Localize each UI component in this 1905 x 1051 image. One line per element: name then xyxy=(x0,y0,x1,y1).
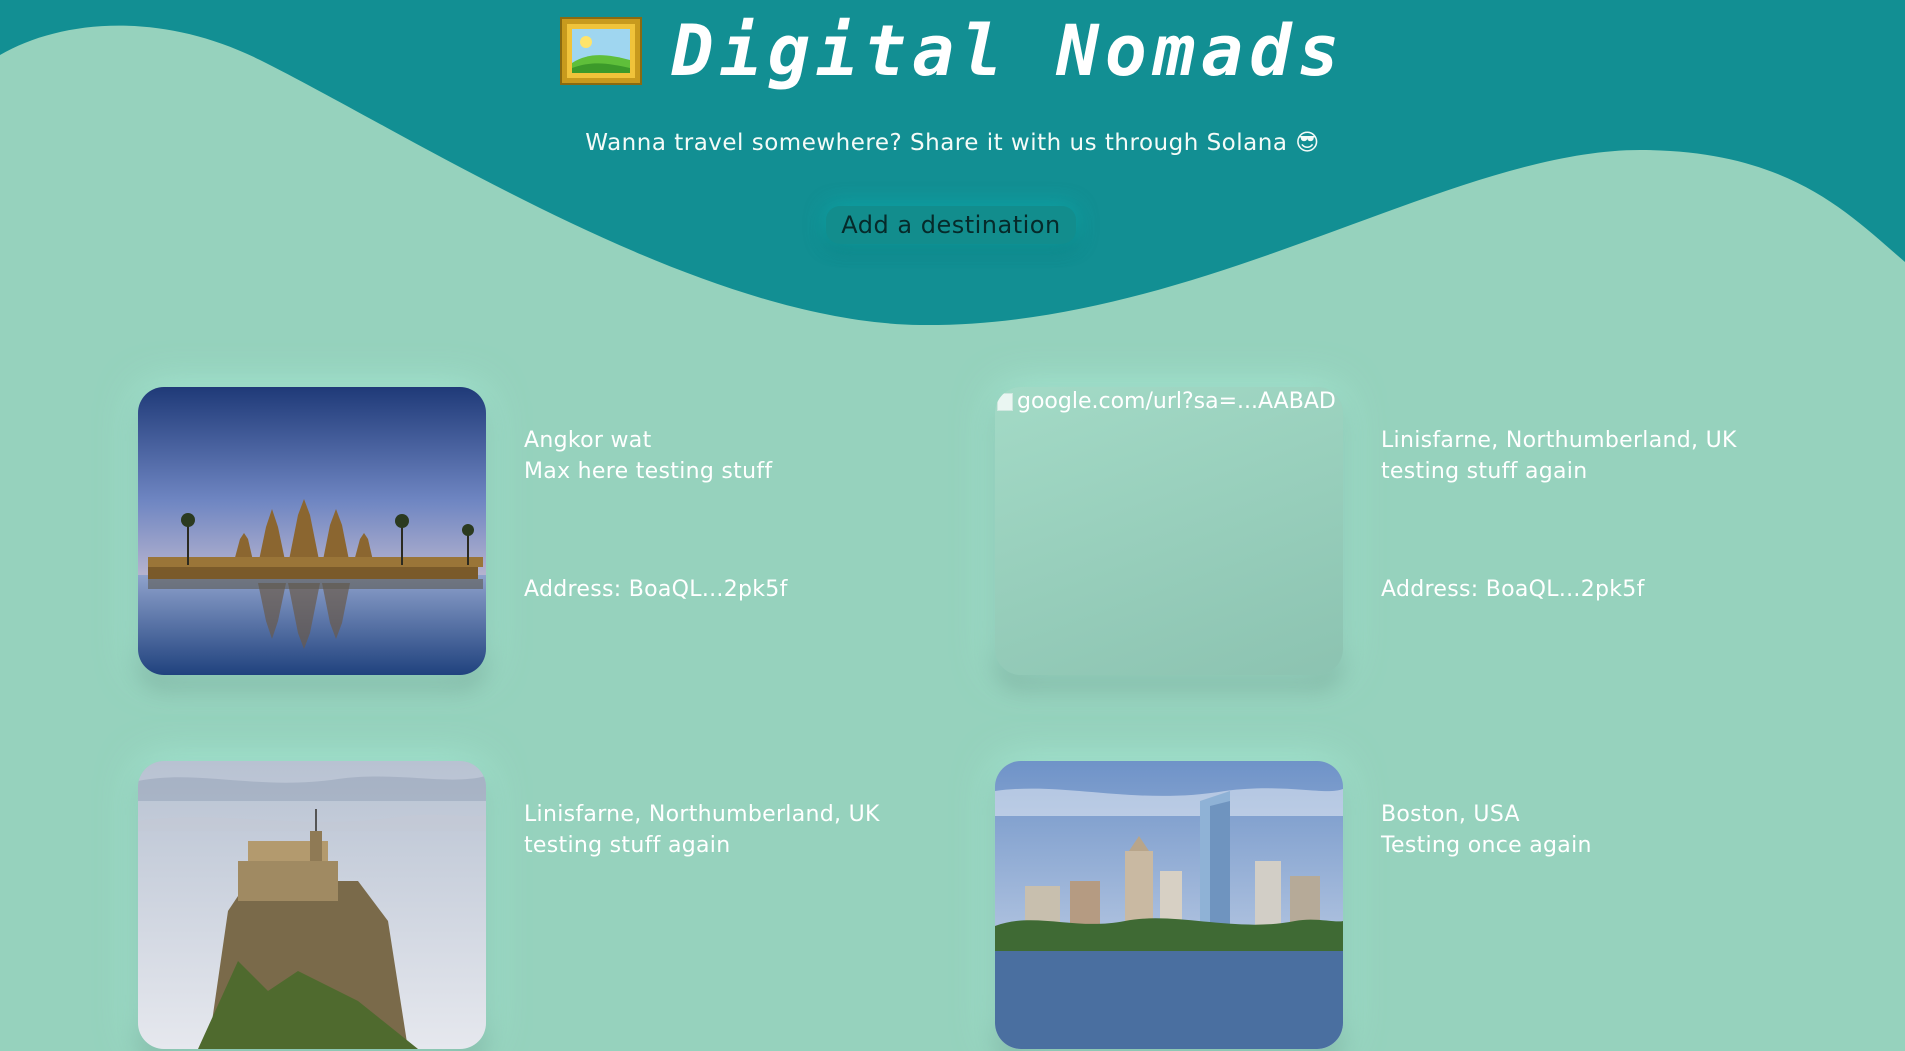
destination-image[interactable] xyxy=(995,761,1343,1049)
destination-card: google.com/url?sa=...AABAD Linisfarne, N… xyxy=(995,387,1805,677)
destination-image[interactable] xyxy=(138,387,486,675)
framed-picture-icon xyxy=(559,16,643,86)
destination-name: Boston, USA xyxy=(1381,802,1520,827)
destination-info: Boston, USA Testing once again xyxy=(1381,799,1741,861)
title-row: Digital Nomads xyxy=(0,10,1905,92)
destination-name: Angkor wat xyxy=(524,428,652,453)
destination-address: Address: BoaQL...2pk5f xyxy=(524,577,788,602)
destination-image[interactable]: google.com/url?sa=...AABAD xyxy=(995,387,1343,675)
destination-info: Linisfarne, Northumberland, UK testing s… xyxy=(1381,425,1741,487)
image-alt-text: google.com/url?sa=...AABAD xyxy=(1017,389,1336,414)
add-destination-button[interactable]: Add a destination xyxy=(826,206,1076,244)
destination-info: Angkor wat Max here testing stuff xyxy=(524,425,884,487)
broken-image-alt: google.com/url?sa=...AABAD xyxy=(997,389,1336,414)
destination-card: Linisfarne, Northumberland, UK testing s… xyxy=(138,761,948,1051)
destination-card: Angkor wat Max here testing stuff Addres… xyxy=(138,387,948,677)
destination-description: testing stuff again xyxy=(524,833,731,858)
broken-image-icon xyxy=(997,392,1013,411)
destination-description: testing stuff again xyxy=(1381,459,1588,484)
destination-name: Linisfarne, Northumberland, UK xyxy=(1381,428,1737,453)
destination-image[interactable] xyxy=(138,761,486,1049)
destination-address: Address: BoaQL...2pk5f xyxy=(1381,577,1645,602)
page-title: Digital Nomads xyxy=(671,10,1346,92)
page-subtitle: Wanna travel somewhere? Share it with us… xyxy=(585,130,1320,156)
destination-card: Boston, USA Testing once again xyxy=(995,761,1805,1051)
destination-name: Linisfarne, Northumberland, UK xyxy=(524,802,880,827)
destination-description: Max here testing stuff xyxy=(524,459,773,484)
destination-info: Linisfarne, Northumberland, UK testing s… xyxy=(524,799,884,861)
destination-description: Testing once again xyxy=(1381,833,1592,858)
